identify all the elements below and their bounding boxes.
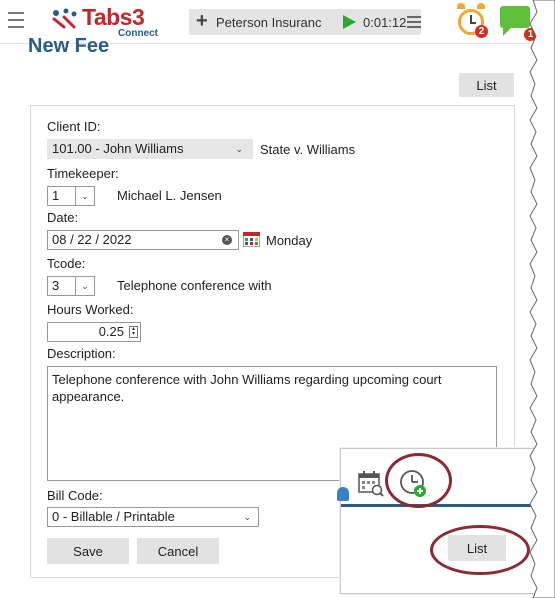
- bill-code-label: Bill Code:: [47, 488, 103, 503]
- description-label: Description:: [47, 346, 116, 361]
- timekeeper-field[interactable]: 1 ⌄: [47, 186, 95, 206]
- bill-code-select[interactable]: 0 - Billable / Printable ⌄: [47, 507, 259, 527]
- client-id-label: Client ID:: [47, 119, 101, 134]
- client-case-name: State v. Williams: [260, 142, 356, 157]
- tabs3-logo[interactable]: Tabs3 Connect: [50, 4, 170, 39]
- hours-stepper-icon[interactable]: ▴ ▾: [129, 326, 138, 338]
- play-icon[interactable]: [343, 15, 356, 29]
- date-day: Monday: [266, 233, 313, 248]
- page-title: New Fee: [28, 35, 110, 57]
- chat-bubble-tail: [503, 28, 511, 36]
- timekeeper-label: Timekeeper:: [47, 166, 119, 181]
- description-value: Telephone conference with John Williams …: [52, 372, 442, 404]
- alarm-ear-left: [457, 3, 465, 9]
- chevron-down-icon: ⌄: [235, 144, 243, 154]
- date-value: 08 / 22 / 2022: [52, 232, 132, 247]
- alarm-clock-icon[interactable]: 2: [457, 3, 488, 38]
- clear-date-icon[interactable]: ×: [222, 235, 232, 245]
- tcode-dropdown-icon[interactable]: ⌄: [75, 276, 95, 296]
- hours-worked-label: Hours Worked:: [47, 302, 134, 317]
- tcode-value: 3: [52, 278, 60, 293]
- tcode-description: Telephone conference with: [117, 278, 272, 293]
- date-field[interactable]: 08 / 22 / 2022 ×: [47, 230, 239, 250]
- highlight-oval-clock: [385, 453, 452, 508]
- calendar-icon[interactable]: [243, 232, 260, 247]
- tcode-label: Tcode:: [47, 256, 86, 271]
- timer-list-icon[interactable]: [407, 16, 421, 28]
- hours-worked-field[interactable]: 0.25 ▴ ▾: [47, 322, 141, 342]
- cancel-button[interactable]: Cancel: [137, 538, 219, 564]
- alarm-badge: 2: [475, 25, 488, 38]
- timer-bar[interactable]: + Peterson Insuranc 0:01:12: [189, 9, 421, 35]
- client-id-value: 101.00 - John Williams: [52, 141, 184, 156]
- hamburger-menu-icon[interactable]: [8, 12, 24, 28]
- callout-accent-bar: [341, 504, 548, 507]
- tcode-field[interactable]: 3 ⌄: [47, 276, 95, 296]
- alarm-ear-right: [477, 3, 485, 9]
- timekeeper-value: 1: [52, 188, 60, 203]
- highlight-oval-list: [430, 525, 530, 575]
- date-label: Date:: [47, 210, 79, 225]
- list-button[interactable]: List: [459, 73, 514, 97]
- chat-icon[interactable]: 1: [500, 6, 537, 41]
- timer-time: 0:01:12: [363, 15, 407, 30]
- save-button[interactable]: Save: [47, 538, 129, 564]
- logo-subtitle: Connect: [118, 28, 158, 39]
- client-id-select[interactable]: 101.00 - John Williams ⌄: [47, 139, 253, 159]
- alarm-hand-minute: [470, 22, 476, 24]
- torn-edge-decoration: [529, 0, 555, 598]
- chat-bubble: [500, 6, 530, 28]
- timer-client[interactable]: Peterson Insuranc: [216, 15, 340, 30]
- timekeeper-dropdown-icon[interactable]: ⌄: [75, 186, 95, 206]
- timekeeper-name: Michael L. Jensen: [117, 188, 222, 203]
- hours-worked-value: 0.25: [98, 324, 124, 339]
- chevron-down-icon: ⌄: [243, 512, 251, 522]
- bill-code-value: 0 - Billable / Printable: [52, 509, 175, 524]
- logo-name: Tabs3: [82, 4, 145, 30]
- calendar-search-icon[interactable]: [358, 471, 384, 497]
- blue-pin-icon: [337, 487, 349, 501]
- add-timer-icon[interactable]: +: [196, 10, 208, 32]
- logo-mark-icon: [52, 8, 77, 29]
